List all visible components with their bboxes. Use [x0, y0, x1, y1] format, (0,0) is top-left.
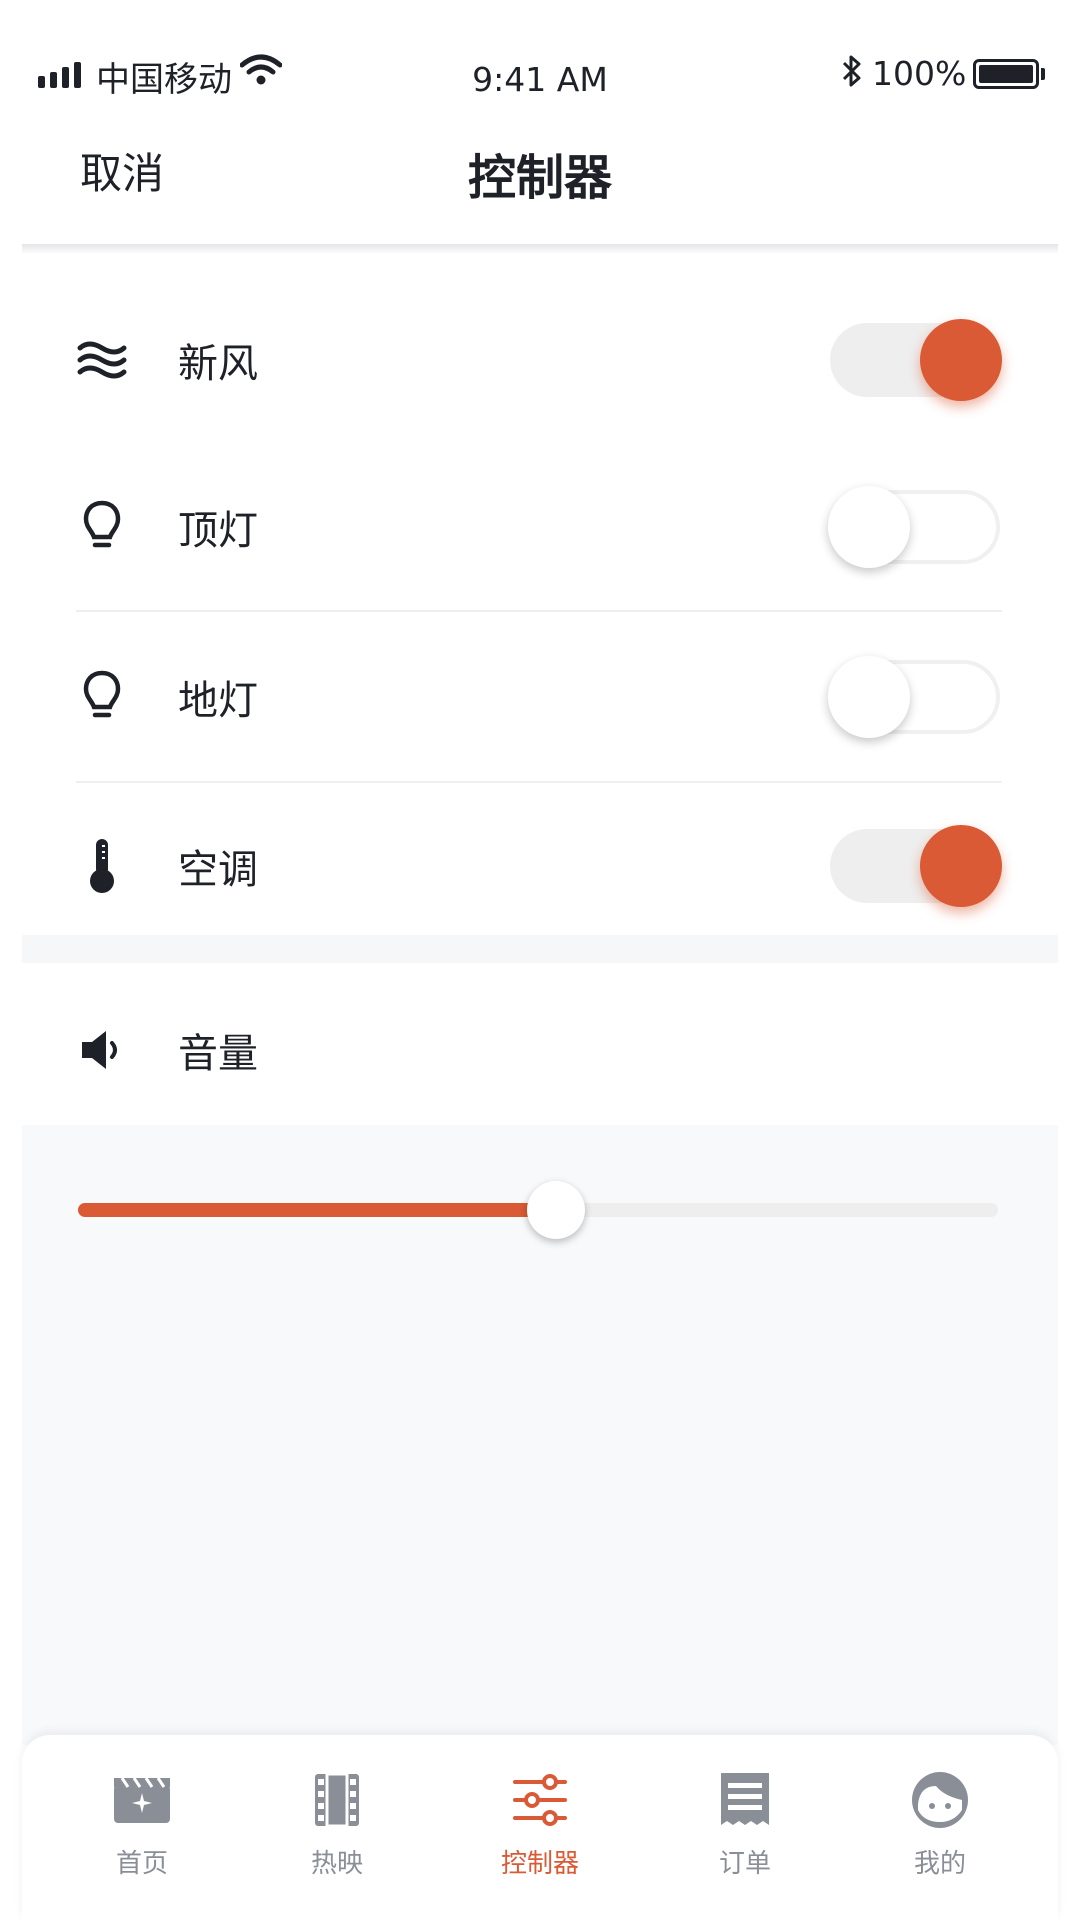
- control-label: 新风: [178, 341, 258, 387]
- bulb-icon: [72, 497, 132, 557]
- navbar-shadow: [22, 244, 1058, 254]
- tab-orders[interactable]: 订单: [660, 1765, 830, 1880]
- sliders-icon: [455, 1765, 625, 1835]
- row-divider: [76, 610, 1002, 612]
- status-bar: 中国移动 9:41 AM 100%: [0, 0, 1080, 120]
- tab-home[interactable]: 首页: [57, 1765, 227, 1880]
- volume-slider-track[interactable]: [78, 1181, 998, 1239]
- bulb-icon: [72, 667, 132, 727]
- speaker-icon: [72, 1020, 132, 1080]
- tab-controller[interactable]: 控制器: [455, 1765, 625, 1880]
- control-row-floor-light: 地灯: [22, 617, 1058, 777]
- control-label: 顶灯: [178, 508, 258, 554]
- volume-slider-thumb[interactable]: [527, 1181, 586, 1239]
- control-label: 空调: [178, 847, 258, 893]
- control-label: 地灯: [178, 678, 258, 724]
- control-row-air-conditioner: 空调: [22, 786, 1058, 946]
- toggle-knob: [828, 486, 910, 568]
- page-title: 控制器: [467, 150, 612, 206]
- ceiling-light-toggle[interactable]: [828, 486, 1000, 568]
- tab-label: 控制器: [500, 1849, 579, 1879]
- section-gap: [22, 935, 1058, 963]
- tab-label: 首页: [115, 1849, 168, 1879]
- tab-profile[interactable]: 我的: [855, 1765, 1025, 1880]
- volume-label: 音量: [178, 1031, 258, 1077]
- toggle-knob: [828, 656, 910, 738]
- control-row-fresh-air: 新风: [22, 280, 1058, 440]
- tab-label: 我的: [913, 1849, 966, 1879]
- wind-icon: [72, 330, 132, 390]
- floor-light-toggle[interactable]: [828, 656, 1000, 738]
- face-icon: [855, 1765, 1025, 1835]
- control-row-ceiling-light: 顶灯: [22, 447, 1058, 607]
- toggle-knob: [920, 825, 1002, 907]
- tab-now-showing[interactable]: 热映: [252, 1765, 422, 1880]
- toggle-knob: [920, 319, 1002, 401]
- battery-cap: [1041, 68, 1045, 80]
- tab-label: 订单: [718, 1849, 771, 1879]
- volume-slider-fill: [78, 1203, 557, 1217]
- fresh-air-toggle[interactable]: [830, 319, 1002, 401]
- tab-label: 热映: [310, 1849, 363, 1879]
- air-conditioner-toggle[interactable]: [830, 825, 1002, 907]
- volume-row: 音量: [22, 975, 1058, 1125]
- battery-percent: 100%: [872, 54, 967, 93]
- film-icon: [252, 1765, 422, 1835]
- bluetooth-icon: [842, 55, 861, 87]
- receipt-icon: [660, 1765, 830, 1835]
- navigation-bar: 取消 控制器: [0, 120, 1080, 248]
- thermometer-icon: [72, 836, 132, 896]
- tab-bar: 首页 热映 控制器 订单 我的: [22, 1735, 1058, 1920]
- battery-icon: [973, 59, 1039, 89]
- clapperboard-icon: [57, 1765, 227, 1835]
- row-divider: [76, 781, 1002, 783]
